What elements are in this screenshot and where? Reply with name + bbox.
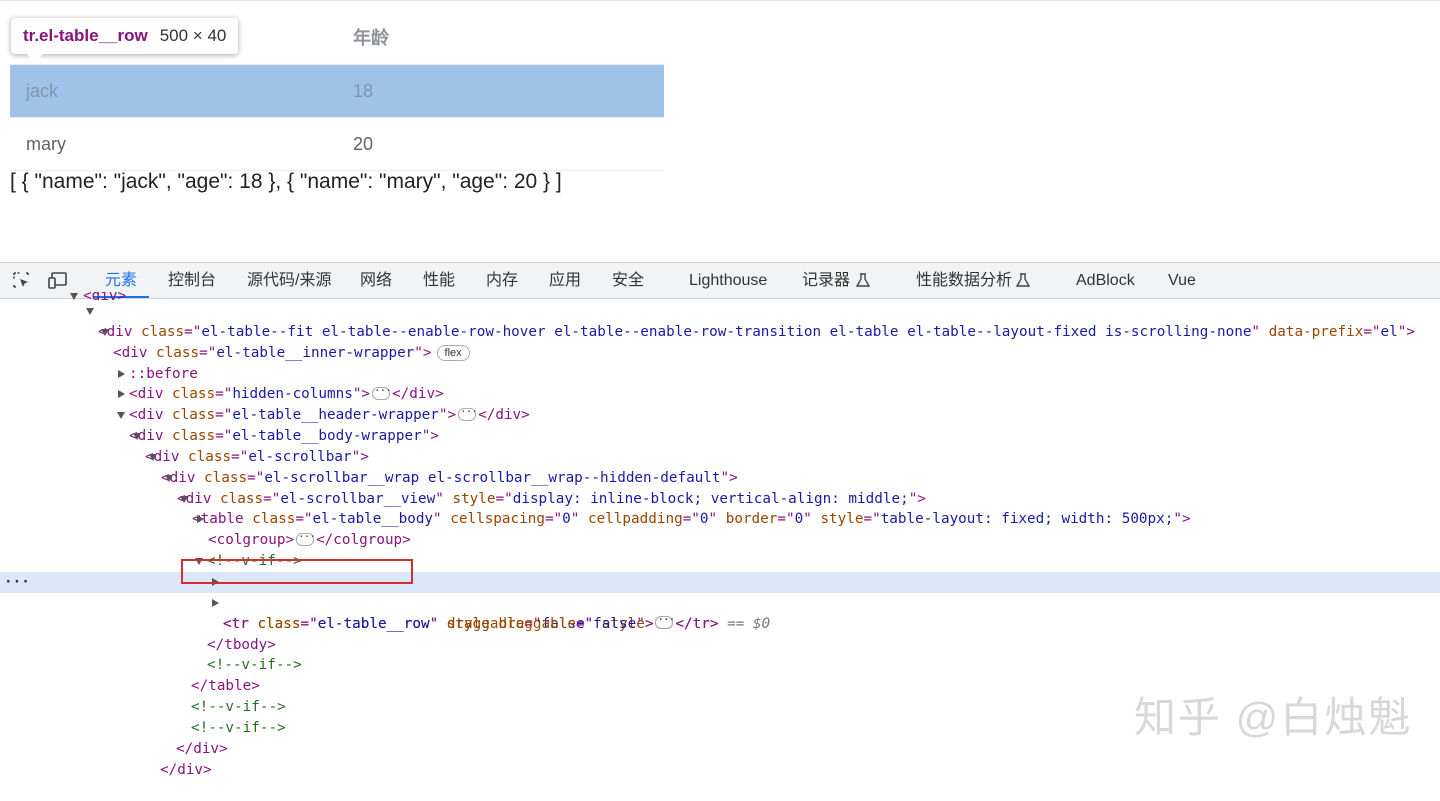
tbody-highlight-box [181,559,413,584]
device-toolbar-icon[interactable] [48,270,68,290]
dom-node-comment[interactable]: <!--v-if--> [0,635,1440,673]
cell-age: 20 [353,134,374,154]
dom-node-colgroup[interactable]: <colgroup></colgroup> [0,509,1440,548]
dom-node-hidden-columns[interactable]: <div class="hidden-columns"></div> [0,364,1440,402]
dom-node-comment[interactable]: <!--v-if--> [0,530,1440,569]
json-output: [ { "name": "jack", "age": 18 }, { "name… [10,170,562,193]
dom-node-table[interactable]: <table class="el-table__body" cellspacin… [0,489,1440,527]
cell-name: mary [26,134,66,154]
inspect-element-icon[interactable] [11,270,31,290]
dom-node-div-top[interactable]: <div> [0,292,1440,301]
dom-node-body-wrapper[interactable]: <div class="el-table__body-wrapper"> [0,405,1440,444]
tooltip-arrow [27,54,43,63]
inspect-tooltip: tr.el-table__row 500 × 40 [11,18,239,63]
dom-node-before[interactable]: ::before [0,343,1440,382]
dom-node-tr[interactable]: <tr class="el-table__row" style draggabl… [0,593,1440,632]
dom-node-tbody-close[interactable]: </tbody> [0,614,1440,653]
page-top-border [0,0,1440,1]
table-row[interactable]: jack 18 [10,65,664,118]
dom-node-scrollbar[interactable]: <div class="el-scrollbar"> [0,426,1440,465]
flask-icon [1015,273,1031,287]
dom-node-scrollbar-wrap[interactable]: <div class="el-scrollbar__wrap el-scroll… [0,447,1440,486]
watermark: 知乎 @白烛魁 [1134,694,1413,741]
cell-name: jack [26,81,59,101]
cell-age: 18 [353,81,374,101]
dom-node-scrollbar-view[interactable]: <div class="el-scrollbar__view" style="d… [0,468,1440,507]
table-row[interactable]: mary 20 [10,118,664,171]
dom-node-header-wrapper[interactable]: <div class="el-table__header-wrapper"></… [0,384,1440,423]
dom-node-inner-wrapper[interactable]: <div class="el-table__inner-wrapper"> fle… [0,322,1440,361]
tooltip-dimensions: 500 × 40 [159,26,227,45]
tooltip-selector: tr.el-table__row [23,26,148,45]
dom-node-table-close[interactable]: </table> [0,655,1440,694]
dom-node-el-table[interactable]: <div class="el-table--fit el-table--enab… [0,301,1440,340]
flask-icon [855,273,871,287]
header-cell-age: 年龄 [353,28,389,48]
